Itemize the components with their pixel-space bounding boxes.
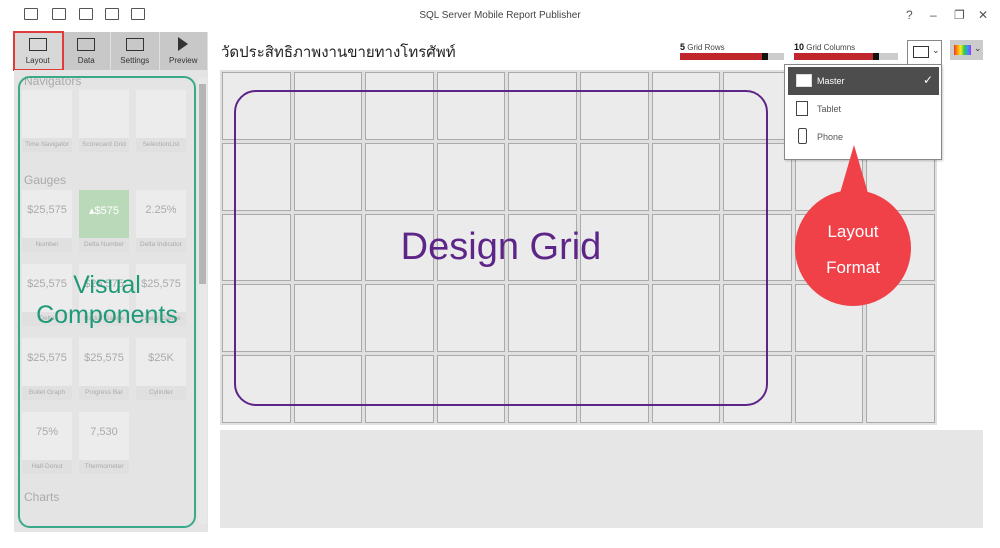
grid-rows-text: Grid Rows (687, 43, 725, 52)
phone-icon (798, 128, 807, 144)
color-palette-icon (954, 45, 971, 55)
slider-fill (794, 53, 880, 60)
grid-cell[interactable] (794, 355, 864, 423)
tab-label: Preview (169, 56, 198, 65)
title-bar: SQL Server Mobile Report Publisher ? – ❐… (0, 0, 1000, 30)
grid-columns-value: 10 (794, 42, 805, 52)
grid-columns-text: Grid Columns (806, 43, 856, 52)
master-screen-icon (913, 46, 929, 58)
grid-cell[interactable] (866, 355, 935, 423)
chevron-down-icon: ⌄ (932, 45, 940, 55)
checkmark-icon: ✓ (922, 73, 933, 87)
window-title: SQL Server Mobile Report Publisher (419, 10, 581, 21)
tablet-icon (796, 101, 808, 116)
tab-settings[interactable]: Settings (111, 32, 160, 70)
design-grid-label: Design Grid (400, 226, 602, 268)
tab-label: Data (77, 56, 95, 65)
tab-label: Layout (25, 56, 50, 65)
monitor-icon (796, 74, 812, 87)
slider-knob[interactable] (873, 53, 880, 60)
chevron-down-icon: ⌄ (974, 43, 982, 53)
report-title[interactable]: วัดประสิทธิภาพงานขายทางโทรศัพท์ (221, 40, 456, 64)
close-button[interactable]: ✕ (978, 8, 988, 22)
annotation-line: Components (36, 301, 178, 329)
scrollbar-thumb[interactable] (199, 84, 206, 284)
slider-knob[interactable] (762, 53, 769, 60)
menu-item-label: Master (817, 76, 845, 86)
restore-button[interactable]: ❐ (954, 8, 965, 22)
menu-item-tablet[interactable]: Tablet (788, 95, 939, 123)
layout-format-label: Layout Format (795, 214, 911, 286)
settings-icon (125, 38, 144, 51)
preview-icon (178, 37, 189, 51)
annotation-line: Format (826, 258, 880, 277)
color-theme-dropdown[interactable]: ⌄ (950, 40, 983, 60)
data-icon (77, 38, 96, 51)
grid-rows-slider[interactable] (680, 53, 784, 60)
ribbon-tabs: Layout Data Settings Preview (13, 31, 208, 71)
minimize-button[interactable]: – (930, 8, 937, 22)
visual-components-label: Visual Components (18, 270, 196, 330)
menu-item-label: Tablet (817, 104, 842, 114)
help-button[interactable]: ? (906, 8, 913, 22)
grid-rows-value: 5 (680, 42, 686, 52)
tab-data[interactable]: Data (63, 32, 111, 70)
layout-icon (28, 38, 47, 51)
annotation-line: Visual (73, 271, 141, 299)
grid-rows-label: 5 Grid Rows (680, 42, 725, 52)
data-panel (220, 430, 983, 528)
annotation-line: Layout (827, 222, 879, 241)
layout-format-dropdown[interactable]: ⌄ (907, 40, 942, 66)
grid-columns-label: 10 Grid Columns (794, 42, 855, 52)
tab-layout[interactable]: Layout (13, 31, 64, 71)
tab-preview[interactable]: Preview (160, 32, 208, 70)
menu-item-master[interactable]: Master ✓ (788, 67, 939, 95)
tab-label: Settings (120, 56, 150, 65)
grid-columns-slider[interactable] (794, 53, 898, 60)
menu-item-label: Phone (817, 132, 844, 142)
slider-fill (680, 53, 769, 60)
